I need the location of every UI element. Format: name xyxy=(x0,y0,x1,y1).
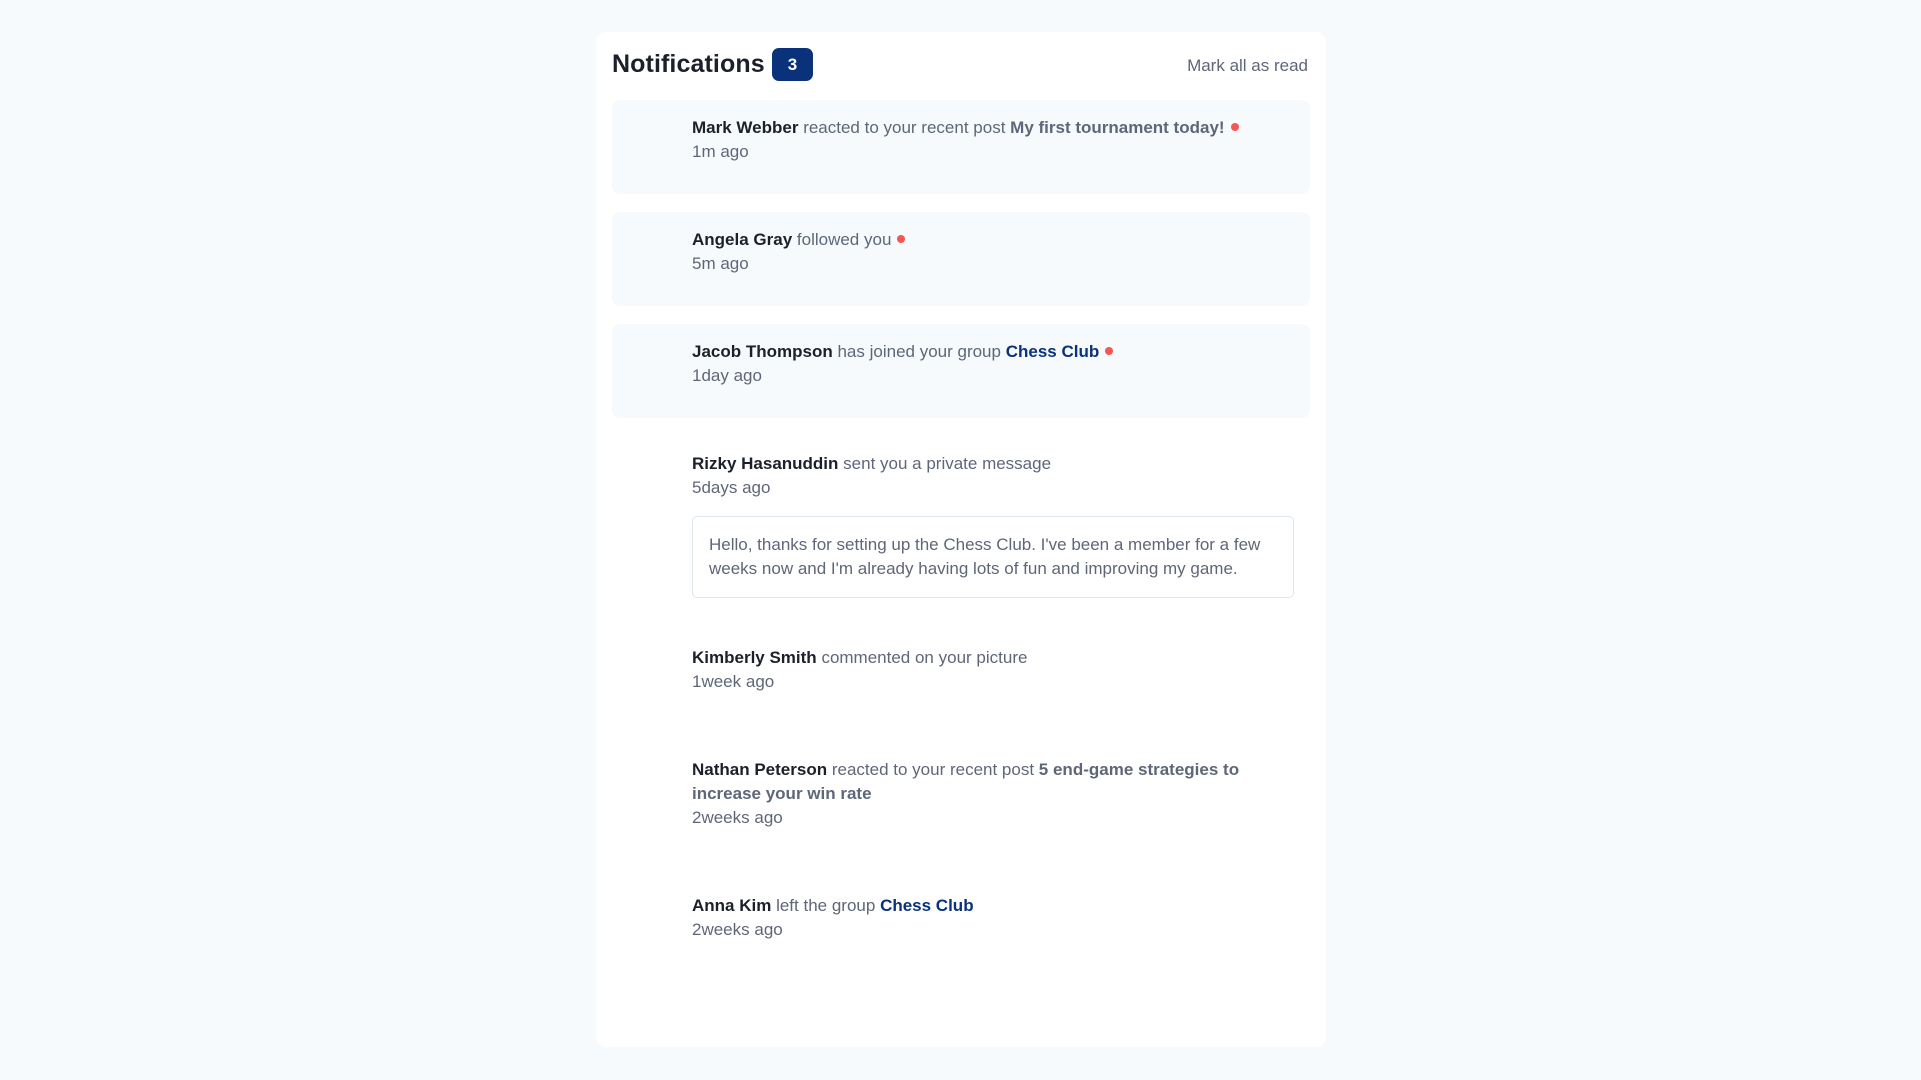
user-name[interactable]: Angela Gray xyxy=(692,230,792,249)
notification-action: followed you xyxy=(796,230,892,249)
private-message-preview[interactable]: Hello, thanks for setting up the Chess C… xyxy=(692,516,1294,598)
notification-action: commented on your picture xyxy=(821,648,1028,667)
avatar[interactable] xyxy=(628,116,674,162)
avatar[interactable] xyxy=(628,894,674,940)
notification-time: 5m ago xyxy=(692,254,749,273)
notification-action: sent you a private message xyxy=(843,454,1052,473)
notification-time: 1day ago xyxy=(692,366,762,385)
notification-action: left the group xyxy=(776,896,876,915)
notification-content: Angela Gray followed you 5m ago xyxy=(692,228,1294,276)
user-name[interactable]: Anna Kim xyxy=(692,896,771,915)
notification-time: 1m ago xyxy=(692,142,749,161)
notifications-header: Notifications 3 Mark all as read xyxy=(612,48,1310,84)
avatar[interactable] xyxy=(628,646,674,692)
user-name[interactable]: Nathan Peterson xyxy=(692,760,827,779)
avatar[interactable] xyxy=(628,758,674,804)
avatar[interactable] xyxy=(628,340,674,386)
notification-action: has joined your group xyxy=(837,342,1001,361)
user-name[interactable]: Kimberly Smith xyxy=(692,648,817,667)
user-name[interactable]: Jacob Thompson xyxy=(692,342,833,361)
notification-time: 2weeks ago xyxy=(692,920,783,939)
notification-action: reacted to your recent post xyxy=(803,118,1006,137)
group-link[interactable]: Chess Club xyxy=(1006,342,1100,361)
group-link[interactable]: Chess Club xyxy=(880,896,974,915)
notification-content: Kimberly Smith commented on your picture… xyxy=(692,646,1294,694)
notifications-card: Notifications 3 Mark all as read Mark We… xyxy=(596,32,1326,1047)
notification-item[interactable]: Anna Kim left the group Chess Club 2week… xyxy=(612,878,1310,972)
notification-item[interactable]: Kimberly Smith commented on your picture… xyxy=(612,630,1310,724)
user-name[interactable]: Rizky Hasanuddin xyxy=(692,454,838,473)
avatar[interactable] xyxy=(628,228,674,274)
post-title[interactable]: My first tournament today! xyxy=(1010,118,1224,137)
notification-content: Rizky Hasanuddin sent you a private mess… xyxy=(692,452,1294,598)
notification-item[interactable]: Rizky Hasanuddin sent you a private mess… xyxy=(612,436,1310,626)
notification-action: reacted to your recent post xyxy=(831,760,1035,779)
unread-dot xyxy=(1230,123,1239,131)
notification-content: Jacob Thompson has joined your group Che… xyxy=(692,340,1294,388)
notification-item[interactable]: Mark Webber reacted to your recent post … xyxy=(612,100,1310,194)
unread-count-badge: 3 xyxy=(772,48,813,81)
notification-item[interactable]: Nathan Peterson reacted to your recent p… xyxy=(612,742,1310,860)
notification-item[interactable]: Jacob Thompson has joined your group Che… xyxy=(612,324,1310,418)
notification-content: Anna Kim left the group Chess Club 2week… xyxy=(692,894,1294,942)
mark-all-read-button[interactable]: Mark all as read xyxy=(1187,56,1308,76)
notification-item[interactable]: Angela Gray followed you 5m ago xyxy=(612,212,1310,306)
notification-content: Mark Webber reacted to your recent post … xyxy=(692,116,1294,164)
avatar[interactable] xyxy=(628,452,674,498)
unread-dot xyxy=(1105,347,1114,355)
page-title: Notifications xyxy=(612,50,765,78)
notification-time: 5days ago xyxy=(692,478,771,497)
notification-content: Nathan Peterson reacted to your recent p… xyxy=(692,758,1294,830)
user-name[interactable]: Mark Webber xyxy=(692,118,798,137)
notification-time: 1week ago xyxy=(692,672,775,691)
unread-dot xyxy=(897,235,906,243)
notification-time: 2weeks ago xyxy=(692,808,783,827)
